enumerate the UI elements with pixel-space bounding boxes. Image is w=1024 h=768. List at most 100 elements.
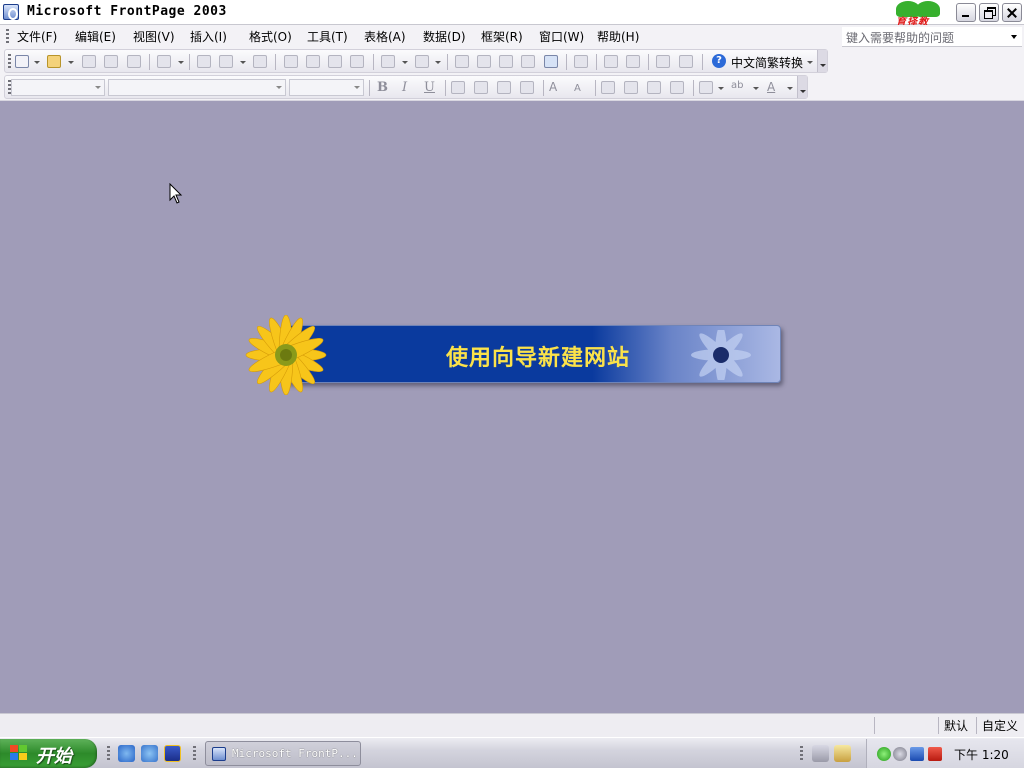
undo-icon[interactable]: [381, 55, 395, 68]
anchor-icon[interactable]: [679, 55, 693, 68]
drawing-icon[interactable]: [544, 55, 558, 68]
print-icon[interactable]: [197, 55, 211, 68]
close-button[interactable]: [1002, 3, 1022, 22]
borders-icon[interactable]: [699, 81, 713, 94]
minimize-button[interactable]: [956, 3, 976, 22]
title-bar[interactable]: Microsoft FrontPage 2003 育择教: [0, 0, 1024, 28]
tray-gray-icon[interactable]: [893, 747, 907, 761]
start-button[interactable]: 开始: [0, 739, 97, 768]
menu-help[interactable]: 帮助(H): [597, 28, 639, 45]
tray-green-icon[interactable]: [877, 747, 891, 761]
align-center-icon[interactable]: [474, 81, 488, 94]
insert-table-icon[interactable]: [477, 55, 491, 68]
menu-bar: 文件(F) 编辑(E) 视图(V) 插入(I) 格式(O) 工具(T) 表格(A…: [0, 25, 1024, 48]
open-dropdown[interactable]: [68, 61, 74, 64]
font-color-icon[interactable]: A: [767, 80, 775, 94]
status-custom[interactable]: 自定义: [976, 717, 1024, 734]
paste-icon[interactable]: [328, 55, 342, 68]
menu-frames[interactable]: 框架(R): [481, 28, 523, 45]
format-painter-icon[interactable]: [350, 55, 364, 68]
anchor-app-icon[interactable]: [164, 745, 181, 762]
menu-file[interactable]: 文件(F): [17, 28, 57, 45]
insert-picture-icon[interactable]: [521, 55, 535, 68]
taskbar-grip[interactable]: [193, 746, 196, 760]
preview-browser-icon[interactable]: [219, 55, 233, 68]
align-right-icon[interactable]: [497, 81, 511, 94]
redo-icon[interactable]: [415, 55, 429, 68]
menu-view[interactable]: 视图(V): [133, 28, 175, 45]
toggle-pane-icon[interactable]: [157, 55, 171, 68]
menu-tools[interactable]: 工具(T): [307, 28, 348, 45]
insert-layer-icon[interactable]: [499, 55, 513, 68]
menu-edit[interactable]: 编辑(E): [75, 28, 116, 45]
hyperlink-icon[interactable]: [574, 55, 588, 68]
pen-icon[interactable]: [834, 745, 851, 762]
web-component-icon[interactable]: [455, 55, 469, 68]
align-left-icon[interactable]: [451, 81, 465, 94]
menu-data[interactable]: 数据(D): [423, 28, 466, 45]
show-all-icon[interactable]: [656, 55, 670, 68]
toolbar-separator: [693, 80, 694, 96]
decrease-indent-icon[interactable]: [647, 81, 661, 94]
standard-toolbar-grip[interactable]: [8, 54, 11, 68]
help-question-placeholder: 键入需要帮助的问题: [846, 31, 955, 45]
save-icon[interactable]: [82, 55, 96, 68]
highlight-dropdown[interactable]: [753, 87, 759, 90]
underline-button[interactable]: U: [424, 80, 435, 95]
preview-dropdown[interactable]: [240, 61, 246, 64]
quicklaunch-grip[interactable]: [107, 746, 110, 760]
restore-button[interactable]: [979, 3, 999, 22]
toolbar-options-button[interactable]: [817, 50, 827, 72]
increase-font-size-icon[interactable]: A: [549, 80, 557, 94]
chinese-convert-dropdown[interactable]: [807, 61, 813, 64]
menu-window[interactable]: 窗口(W): [539, 28, 584, 45]
toolbar-separator: [543, 80, 544, 96]
taskbar-frontpage-button[interactable]: Microsoft FrontP...: [205, 741, 361, 766]
redo-dropdown[interactable]: [435, 61, 441, 64]
toolbar-grip[interactable]: [800, 746, 803, 760]
italic-button[interactable]: I: [402, 80, 407, 95]
printer-icon[interactable]: [812, 745, 829, 762]
font-size-select[interactable]: [289, 79, 364, 96]
refresh-icon[interactable]: [604, 55, 618, 68]
cut-icon[interactable]: [284, 55, 298, 68]
help-question-box[interactable]: 键入需要帮助的问题: [842, 27, 1022, 47]
copy-icon[interactable]: [306, 55, 320, 68]
menubar-grip[interactable]: [6, 29, 9, 43]
ie-shortcut-icon[interactable]: [141, 745, 158, 762]
menu-format[interactable]: 格式(O): [249, 28, 292, 45]
publish-icon[interactable]: [127, 55, 141, 68]
new-page-icon[interactable]: [15, 55, 29, 68]
input-method-icon[interactable]: [928, 747, 942, 761]
undo-dropdown[interactable]: [402, 61, 408, 64]
help-question-dropdown[interactable]: [1011, 35, 1017, 39]
highlight-icon[interactable]: ab: [731, 80, 743, 91]
system-clock[interactable]: 下午 1:20: [954, 746, 1009, 763]
font-color-dropdown[interactable]: [787, 87, 793, 90]
new-website-wizard-banner[interactable]: 使用向导新建网站: [243, 315, 783, 395]
new-page-dropdown[interactable]: [34, 61, 40, 64]
frontpage-app-icon[interactable]: [3, 4, 19, 20]
help-icon[interactable]: ?: [712, 54, 726, 68]
search-icon[interactable]: [104, 55, 118, 68]
menu-insert[interactable]: 插入(I): [190, 28, 227, 45]
stop-icon[interactable]: [626, 55, 640, 68]
borders-dropdown[interactable]: [718, 87, 724, 90]
bold-button[interactable]: B: [377, 80, 388, 95]
increase-indent-icon[interactable]: [670, 81, 684, 94]
justify-icon[interactable]: [520, 81, 534, 94]
network-icon[interactable]: [910, 747, 924, 761]
spelling-icon[interactable]: [253, 55, 267, 68]
chinese-convert-button[interactable]: 中文简繁转换: [731, 54, 803, 71]
internet-explorer-icon[interactable]: [118, 745, 135, 762]
numbering-icon[interactable]: [601, 81, 615, 94]
status-mode[interactable]: 默认: [938, 717, 976, 734]
menu-table[interactable]: 表格(A): [364, 28, 406, 45]
decrease-font-size-icon[interactable]: A: [574, 83, 581, 94]
open-folder-icon[interactable]: [47, 55, 61, 68]
bullets-icon[interactable]: [624, 81, 638, 94]
toolbar-options-button[interactable]: [797, 76, 807, 98]
toggle-pane-dropdown[interactable]: [178, 61, 184, 64]
style-select[interactable]: [11, 79, 105, 96]
font-name-select[interactable]: [108, 79, 286, 96]
